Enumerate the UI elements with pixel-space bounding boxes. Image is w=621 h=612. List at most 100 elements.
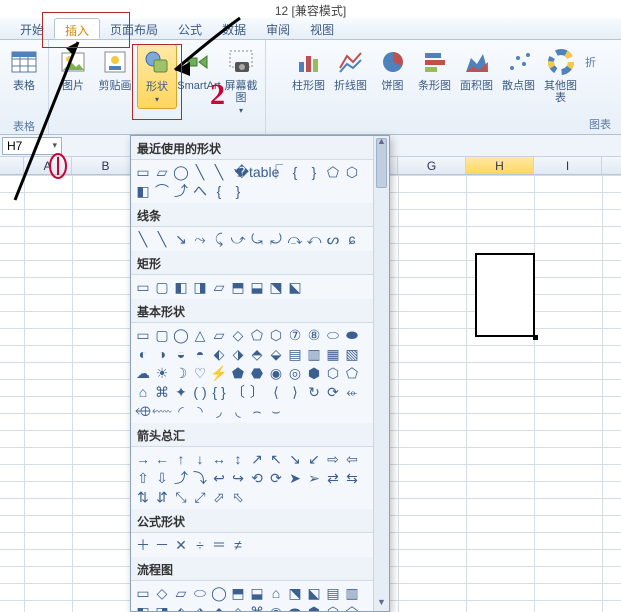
- shape-item[interactable]: ⇵: [153, 488, 171, 506]
- tab-pagelayout[interactable]: 页面布局: [100, 18, 168, 39]
- shape-item[interactable]: ◝: [191, 402, 209, 420]
- shapes-button[interactable]: 形状▾: [137, 44, 177, 109]
- shape-item[interactable]: ▭: [134, 278, 152, 296]
- scatter-chart-button[interactable]: 散点图: [499, 44, 539, 94]
- shape-item[interactable]: ⌘: [153, 383, 171, 401]
- shape-item[interactable]: ⎾: [267, 163, 285, 181]
- column-chart-button[interactable]: 柱形图: [289, 44, 329, 94]
- shape-item[interactable]: ↕: [229, 450, 247, 468]
- col-header-A[interactable]: A: [24, 157, 72, 174]
- shape-item[interactable]: ⇨: [324, 450, 342, 468]
- shape-item[interactable]: }: [305, 163, 323, 181]
- tab-view[interactable]: 视图: [300, 18, 344, 39]
- shape-item[interactable]: ╲: [134, 230, 152, 248]
- shape-item[interactable]: ◉: [267, 603, 285, 611]
- shape-item[interactable]: ⌂: [267, 584, 285, 602]
- shape-item[interactable]: ↖: [267, 450, 285, 468]
- shape-item[interactable]: ⬓: [248, 278, 266, 296]
- shape-item[interactable]: ⬠: [324, 163, 342, 181]
- shape-item[interactable]: ⬠: [248, 326, 266, 344]
- shape-item[interactable]: ⌂: [134, 383, 152, 401]
- shape-item[interactable]: ⤡: [172, 488, 190, 506]
- shape-item[interactable]: ↻: [305, 383, 323, 401]
- col-header-H[interactable]: H: [466, 157, 534, 174]
- shape-item[interactable]: ⬠: [343, 603, 361, 611]
- shape-item[interactable]: ▧: [343, 345, 361, 363]
- bar-chart-button[interactable]: 条形图: [415, 44, 455, 94]
- col-header-G[interactable]: G: [398, 157, 466, 174]
- shape-item[interactable]: へ: [191, 182, 209, 200]
- shape-item[interactable]: ⑧: [305, 326, 323, 344]
- shape-item[interactable]: ⇅: [134, 488, 152, 506]
- shape-item[interactable]: }: [229, 182, 247, 200]
- picture-button[interactable]: 图片: [53, 44, 93, 94]
- shape-item[interactable]: �table: [248, 163, 266, 181]
- shape-item[interactable]: ⬟: [229, 364, 247, 382]
- shape-item[interactable]: ⬀: [210, 488, 228, 506]
- selected-shape-rect[interactable]: [475, 253, 535, 337]
- shape-item[interactable]: ↩: [210, 469, 228, 487]
- shape-item[interactable]: ◯: [210, 584, 228, 602]
- shape-item[interactable]: ▭: [134, 584, 152, 602]
- shape-item[interactable]: ╲: [153, 230, 171, 248]
- shape-item[interactable]: ᔕ: [324, 230, 342, 248]
- shape-item[interactable]: ⬘: [210, 603, 228, 611]
- shape-item[interactable]: ⬠: [343, 364, 361, 382]
- shape-item[interactable]: ◧: [134, 182, 152, 200]
- shape-item[interactable]: ↘: [286, 450, 304, 468]
- shape-item[interactable]: ⇆: [343, 469, 361, 487]
- tab-home[interactable]: 开始: [10, 18, 54, 39]
- shape-item[interactable]: ⤾: [267, 230, 285, 248]
- shape-item[interactable]: 〔: [229, 383, 247, 401]
- shape-item[interactable]: ↓: [191, 450, 209, 468]
- chart-more-button[interactable]: 折: [583, 44, 599, 80]
- shape-item[interactable]: ◧: [172, 278, 190, 296]
- shape-item[interactable]: ⬣: [248, 364, 266, 382]
- shape-item[interactable]: ( ): [191, 383, 209, 401]
- clipart-button[interactable]: 剪贴画: [95, 44, 135, 94]
- shape-item[interactable]: ⬰: [343, 383, 361, 401]
- shape-item[interactable]: ◇: [153, 584, 171, 602]
- shape-item[interactable]: ↔: [210, 450, 228, 468]
- shape-item[interactable]: ⇩: [153, 469, 171, 487]
- shape-item[interactable]: ◨: [153, 603, 171, 611]
- shape-item[interactable]: ⬭: [324, 326, 342, 344]
- shape-item[interactable]: 〕: [248, 383, 266, 401]
- shape-item[interactable]: ◜: [172, 402, 190, 420]
- shape-item[interactable]: ⬙: [229, 603, 247, 611]
- shape-item[interactable]: ⬗: [229, 345, 247, 363]
- shape-item[interactable]: ⬖: [172, 603, 190, 611]
- shape-item[interactable]: ▭: [134, 163, 152, 181]
- shape-item[interactable]: ⬙: [267, 345, 285, 363]
- shape-item[interactable]: {: [286, 163, 304, 181]
- shape-item[interactable]: ↘: [172, 230, 190, 248]
- shape-item[interactable]: ▱: [210, 326, 228, 344]
- shape-item[interactable]: ≠: [229, 536, 247, 554]
- shape-item[interactable]: ☀: [153, 364, 171, 382]
- shape-item[interactable]: ＝: [210, 536, 228, 554]
- shape-item[interactable]: ⬒: [229, 584, 247, 602]
- shape-item[interactable]: ⬳: [153, 402, 171, 420]
- shape-item[interactable]: ⤼: [286, 230, 304, 248]
- shape-item[interactable]: ⬁: [229, 488, 247, 506]
- shape-item[interactable]: ⇧: [134, 469, 152, 487]
- shape-item[interactable]: ✕: [172, 536, 190, 554]
- shape-item[interactable]: ▢: [153, 278, 171, 296]
- shape-item[interactable]: ◉: [267, 364, 285, 382]
- shape-item[interactable]: { }: [210, 383, 228, 401]
- col-header-I[interactable]: I: [534, 157, 602, 174]
- shape-item[interactable]: ⤳: [191, 230, 209, 248]
- scroll-up-icon[interactable]: ▲: [374, 136, 389, 150]
- shape-item[interactable]: △: [191, 326, 209, 344]
- shape-item[interactable]: ＋: [134, 536, 152, 554]
- shape-item[interactable]: ✦: [172, 383, 190, 401]
- scroll-down-icon[interactable]: ▼: [374, 597, 389, 611]
- shape-item[interactable]: ▱: [210, 278, 228, 296]
- smartart-button[interactable]: SmartArt: [179, 44, 219, 94]
- shape-item[interactable]: ▢: [153, 326, 171, 344]
- shape-item[interactable]: ⬗: [191, 603, 209, 611]
- shape-item[interactable]: ⌘: [248, 603, 266, 611]
- shape-item[interactable]: ⬕: [286, 278, 304, 296]
- shape-item[interactable]: ▱: [153, 163, 171, 181]
- shape-item[interactable]: ⬘: [248, 345, 266, 363]
